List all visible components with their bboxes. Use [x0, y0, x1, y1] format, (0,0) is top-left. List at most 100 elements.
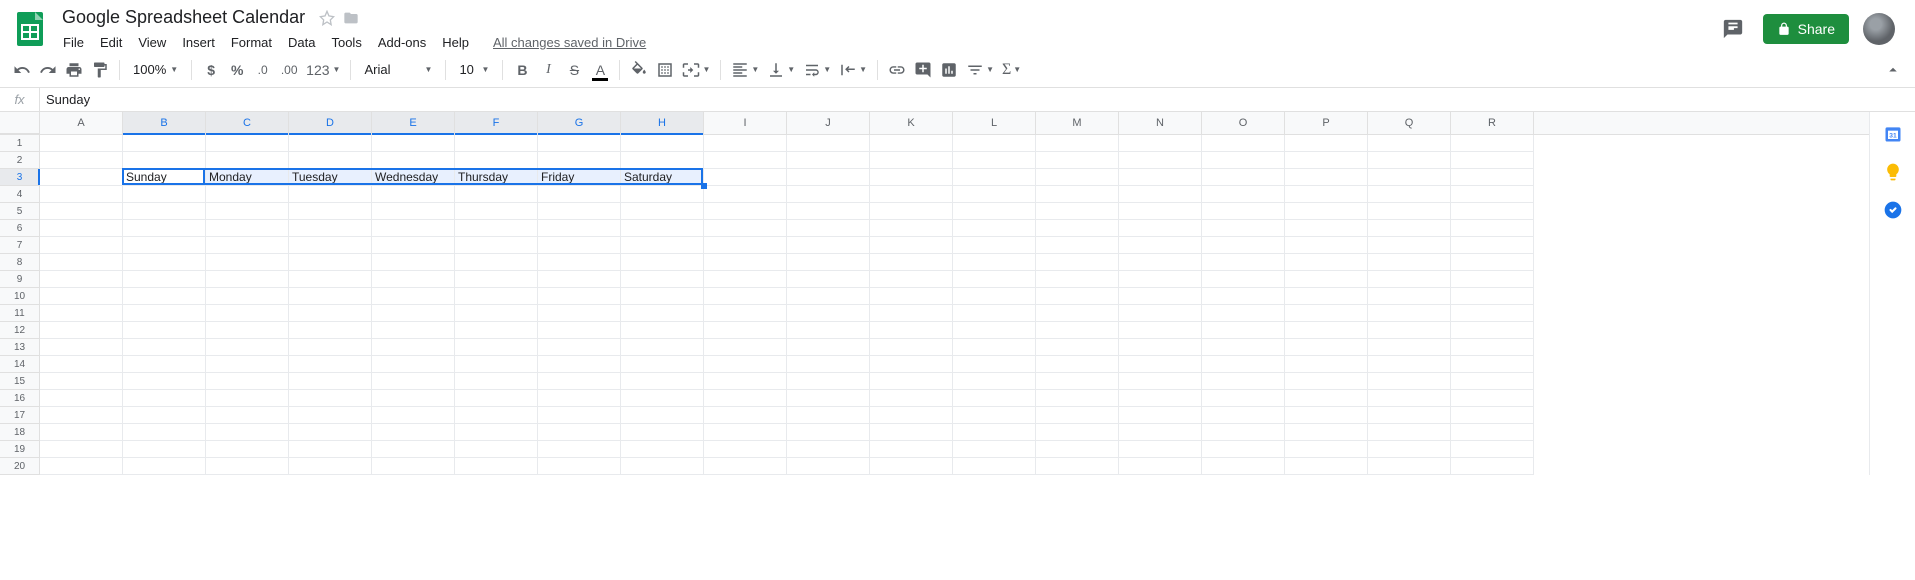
cell-P6[interactable] [1285, 220, 1368, 237]
cell-L9[interactable] [953, 271, 1036, 288]
row-header-13[interactable]: 13 [0, 339, 40, 356]
text-color-button[interactable]: A [588, 57, 612, 83]
cell-E3[interactable]: Wednesday [372, 169, 455, 186]
cell-D3[interactable]: Tuesday [289, 169, 372, 186]
cell-C20[interactable] [206, 458, 289, 475]
fx-label[interactable]: fx [0, 88, 40, 111]
cell-C2[interactable] [206, 152, 289, 169]
cell-N5[interactable] [1119, 203, 1202, 220]
cell-I12[interactable] [704, 322, 787, 339]
cell-G8[interactable] [538, 254, 621, 271]
cell-Q17[interactable] [1368, 407, 1451, 424]
cell-E5[interactable] [372, 203, 455, 220]
comments-button[interactable] [1717, 13, 1749, 45]
cell-R12[interactable] [1451, 322, 1534, 339]
menu-tools[interactable]: Tools [324, 32, 368, 53]
cell-R17[interactable] [1451, 407, 1534, 424]
cell-L15[interactable] [953, 373, 1036, 390]
cell-F16[interactable] [455, 390, 538, 407]
cell-R19[interactable] [1451, 441, 1534, 458]
cell-R15[interactable] [1451, 373, 1534, 390]
cell-K20[interactable] [870, 458, 953, 475]
cell-D16[interactable] [289, 390, 372, 407]
keep-addon-icon[interactable] [1883, 162, 1903, 182]
cell-H15[interactable] [621, 373, 704, 390]
cell-J1[interactable] [787, 135, 870, 152]
account-avatar[interactable] [1863, 13, 1895, 45]
cell-O19[interactable] [1202, 441, 1285, 458]
cell-F5[interactable] [455, 203, 538, 220]
cell-E6[interactable] [372, 220, 455, 237]
cell-F2[interactable] [455, 152, 538, 169]
zoom-select[interactable]: 100%▼ [127, 60, 184, 79]
fill-color-button[interactable] [627, 57, 651, 83]
cell-F19[interactable] [455, 441, 538, 458]
cell-P8[interactable] [1285, 254, 1368, 271]
column-header-B[interactable]: B [123, 112, 206, 134]
cell-I13[interactable] [704, 339, 787, 356]
cell-I14[interactable] [704, 356, 787, 373]
cell-Q2[interactable] [1368, 152, 1451, 169]
cell-K11[interactable] [870, 305, 953, 322]
cell-L17[interactable] [953, 407, 1036, 424]
cell-L16[interactable] [953, 390, 1036, 407]
cell-O16[interactable] [1202, 390, 1285, 407]
cell-R5[interactable] [1451, 203, 1534, 220]
cell-P9[interactable] [1285, 271, 1368, 288]
cell-A20[interactable] [40, 458, 123, 475]
cell-L18[interactable] [953, 424, 1036, 441]
cell-B13[interactable] [123, 339, 206, 356]
cell-E17[interactable] [372, 407, 455, 424]
cell-P1[interactable] [1285, 135, 1368, 152]
cell-M20[interactable] [1036, 458, 1119, 475]
row-header-4[interactable]: 4 [0, 186, 40, 203]
cell-B6[interactable] [123, 220, 206, 237]
cell-R4[interactable] [1451, 186, 1534, 203]
cell-K12[interactable] [870, 322, 953, 339]
cell-H12[interactable] [621, 322, 704, 339]
cell-D13[interactable] [289, 339, 372, 356]
cell-A6[interactable] [40, 220, 123, 237]
cell-C19[interactable] [206, 441, 289, 458]
cell-R13[interactable] [1451, 339, 1534, 356]
cell-G14[interactable] [538, 356, 621, 373]
row-header-11[interactable]: 11 [0, 305, 40, 322]
cell-F7[interactable] [455, 237, 538, 254]
cell-N20[interactable] [1119, 458, 1202, 475]
cell-D8[interactable] [289, 254, 372, 271]
cell-R10[interactable] [1451, 288, 1534, 305]
cell-A4[interactable] [40, 186, 123, 203]
cell-O12[interactable] [1202, 322, 1285, 339]
cell-O7[interactable] [1202, 237, 1285, 254]
column-header-I[interactable]: I [704, 112, 787, 134]
cell-L3[interactable] [953, 169, 1036, 186]
cell-K16[interactable] [870, 390, 953, 407]
cell-D12[interactable] [289, 322, 372, 339]
cell-D9[interactable] [289, 271, 372, 288]
cell-K19[interactable] [870, 441, 953, 458]
cell-K18[interactable] [870, 424, 953, 441]
fill-handle[interactable] [701, 183, 707, 189]
cell-O8[interactable] [1202, 254, 1285, 271]
cell-I6[interactable] [704, 220, 787, 237]
cell-F6[interactable] [455, 220, 538, 237]
cell-G12[interactable] [538, 322, 621, 339]
cell-O5[interactable] [1202, 203, 1285, 220]
cell-E19[interactable] [372, 441, 455, 458]
cell-K15[interactable] [870, 373, 953, 390]
cell-J15[interactable] [787, 373, 870, 390]
cell-P11[interactable] [1285, 305, 1368, 322]
cell-N18[interactable] [1119, 424, 1202, 441]
cell-A18[interactable] [40, 424, 123, 441]
cell-G10[interactable] [538, 288, 621, 305]
cell-A2[interactable] [40, 152, 123, 169]
menu-format[interactable]: Format [224, 32, 279, 53]
cell-B3[interactable]: Sunday [123, 169, 206, 186]
cell-O13[interactable] [1202, 339, 1285, 356]
cell-J9[interactable] [787, 271, 870, 288]
cell-N3[interactable] [1119, 169, 1202, 186]
cell-B16[interactable] [123, 390, 206, 407]
cell-J14[interactable] [787, 356, 870, 373]
row-header-19[interactable]: 19 [0, 441, 40, 458]
cell-O2[interactable] [1202, 152, 1285, 169]
